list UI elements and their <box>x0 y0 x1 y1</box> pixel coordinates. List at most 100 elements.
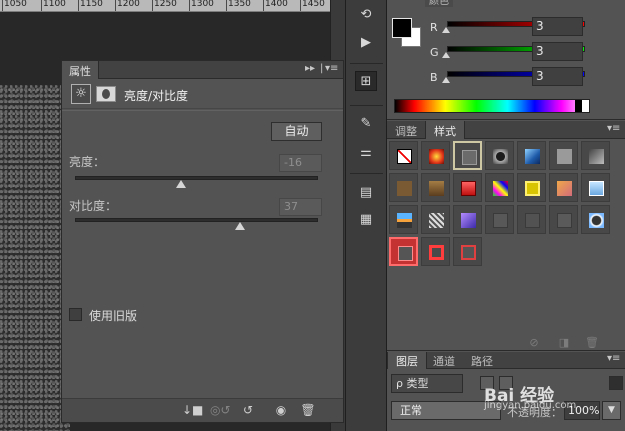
properties-panel: 属性 ▸▸ | ▾≡ ☼ 亮度/对比度 自动 亮度： -16 对比度： 37 使… <box>61 60 344 423</box>
red-value-field[interactable]: 3 <box>532 17 583 36</box>
style-preset[interactable] <box>581 173 610 202</box>
ruler-tick-label: 1450 <box>302 0 325 9</box>
clear-style-icon[interactable]: ⊘ <box>527 336 541 350</box>
style-preset[interactable] <box>421 237 450 266</box>
filter-toggle-icon[interactable] <box>609 376 623 390</box>
channel-r-label: R <box>430 21 438 34</box>
brightness-slider-thumb[interactable] <box>176 180 186 188</box>
styles-footer: ⊘ ◨ 🗑 <box>387 336 625 350</box>
brightness-value[interactable]: -16 <box>279 154 322 172</box>
channel-g-label: G <box>430 46 439 59</box>
contrast-slider[interactable] <box>75 218 318 222</box>
style-preset[interactable] <box>517 141 546 170</box>
tab-styles[interactable]: 样式 <box>425 121 465 139</box>
horizontal-ruler: 1050 1100 1150 1200 1250 1300 1350 1400 … <box>0 0 330 12</box>
visibility-eye-icon[interactable]: ◉ <box>272 402 290 418</box>
brush-presets-icon[interactable]: ⚌ <box>355 143 377 163</box>
style-preset[interactable] <box>485 205 514 234</box>
blue-slider-thumb[interactable] <box>442 77 450 83</box>
color-panel: 颜色 R 3 G 3 B 3 <box>387 0 625 120</box>
legacy-label: 使用旧版 <box>89 309 138 323</box>
style-preset[interactable] <box>581 141 610 170</box>
style-preset[interactable] <box>389 237 418 266</box>
panel-menu-icon[interactable]: ▾≡ <box>607 123 620 134</box>
strip-separator <box>350 173 383 174</box>
watermark-url: jingyan.baidu.com <box>484 400 577 411</box>
tab-paths[interactable]: 路径 <box>463 352 501 369</box>
green-slider-thumb[interactable] <box>442 52 450 58</box>
black-swatch[interactable] <box>575 100 582 112</box>
properties-footer: ↓■ ◎↺ ↺ ◉ 🗑 <box>62 398 343 422</box>
collapsed-panel-strip: ⟲ ▶ ⊞ ✎ ⚌ ▤ ▦ <box>345 0 387 431</box>
style-preset[interactable] <box>581 205 610 234</box>
style-preset[interactable] <box>549 205 578 234</box>
ruler-tick-label: 1300 <box>191 0 214 9</box>
style-none[interactable] <box>389 141 418 170</box>
adjustments-properties-icon[interactable]: ⊞ <box>355 71 377 91</box>
view-previous-icon[interactable]: ◎↺ <box>210 402 231 418</box>
contrast-label: 对比度： <box>69 199 118 213</box>
opacity-dropdown-icon[interactable]: ▼ <box>602 401 621 420</box>
style-preset[interactable] <box>517 173 546 202</box>
adjustment-title: 亮度/对比度 <box>124 89 189 103</box>
delete-style-icon[interactable]: 🗑 <box>585 336 599 350</box>
brightness-contrast-icon: ☼ <box>71 84 91 104</box>
style-preset[interactable] <box>549 141 578 170</box>
pasteboard <box>0 12 330 62</box>
layers-panel: 图层 通道 路径 ▾≡ ρ 类型 Bai 经验 正常 不透明度： 100% ▼ … <box>387 352 625 431</box>
style-preset[interactable] <box>549 173 578 202</box>
style-preset[interactable] <box>517 205 546 234</box>
style-preset[interactable] <box>453 173 482 202</box>
foreground-color-swatch[interactable] <box>392 18 412 38</box>
tab-adjustments[interactable]: 调整 <box>387 121 425 139</box>
panel-menu-icon[interactable]: ▾≡ <box>607 353 620 364</box>
ruler-tick-label: 1150 <box>80 0 103 9</box>
styles-tabbar: 调整 样式 ▾≡ <box>387 121 625 139</box>
style-preset[interactable] <box>389 173 418 202</box>
actions-play-icon[interactable]: ▶ <box>355 33 377 53</box>
red-slider-thumb[interactable] <box>442 27 450 33</box>
character-panel-icon[interactable]: ▤ <box>355 183 377 203</box>
styles-panel: 调整 样式 ▾≡ ⊘ ◨ 🗑 <box>387 121 625 351</box>
close-icon[interactable]: | <box>320 63 323 74</box>
clip-to-layer-icon[interactable]: ↓■ <box>182 402 203 418</box>
brush-icon[interactable]: ✎ <box>355 114 377 134</box>
history-icon[interactable]: ⟲ <box>355 5 377 25</box>
ruler-tick-label: 1250 <box>154 0 177 9</box>
ruler-tick-label: 1100 <box>43 0 66 9</box>
trash-icon[interactable]: 🗑 <box>299 402 317 418</box>
style-preset[interactable] <box>421 141 450 170</box>
document-image[interactable] <box>0 85 70 431</box>
style-preset[interactable] <box>421 173 450 202</box>
style-preset[interactable] <box>453 205 482 234</box>
reset-icon[interactable]: ↺ <box>239 402 257 418</box>
tab-channels[interactable]: 通道 <box>425 352 463 369</box>
tab-color[interactable]: 颜色 <box>425 0 453 7</box>
style-preset[interactable] <box>421 205 450 234</box>
layer-mask-icon[interactable] <box>96 86 116 102</box>
panel-menu-icon[interactable]: ▾≡ <box>325 63 338 74</box>
style-preset[interactable] <box>389 205 418 234</box>
contrast-value[interactable]: 37 <box>279 198 322 216</box>
white-swatch[interactable] <box>582 100 589 112</box>
contrast-slider-thumb[interactable] <box>235 222 245 230</box>
ruler-tick-label: 1400 <box>265 0 288 9</box>
style-preset[interactable] <box>485 141 514 170</box>
green-value-field[interactable]: 3 <box>532 42 583 61</box>
legacy-checkbox[interactable] <box>69 308 82 321</box>
auto-button[interactable]: 自动 <box>271 122 322 141</box>
paragraph-panel-icon[interactable]: ▦ <box>355 210 377 230</box>
style-preset[interactable] <box>485 173 514 202</box>
tab-layers[interactable]: 图层 <box>387 352 427 369</box>
properties-tabbar: 属性 ▸▸ | ▾≡ <box>62 61 343 79</box>
properties-header: ☼ 亮度/对比度 <box>62 79 343 109</box>
collapse-icon[interactable]: ▸▸ <box>305 63 315 74</box>
style-preset[interactable] <box>453 237 482 266</box>
new-style-icon[interactable]: ◨ <box>557 336 571 350</box>
layer-kind-filter[interactable]: ρ 类型 <box>391 374 463 393</box>
style-preset[interactable] <box>453 141 482 170</box>
blue-value-field[interactable]: 3 <box>532 67 583 86</box>
color-spectrum-ramp[interactable] <box>394 99 590 113</box>
tab-properties[interactable]: 属性 <box>62 61 99 79</box>
brightness-slider[interactable] <box>75 176 318 180</box>
